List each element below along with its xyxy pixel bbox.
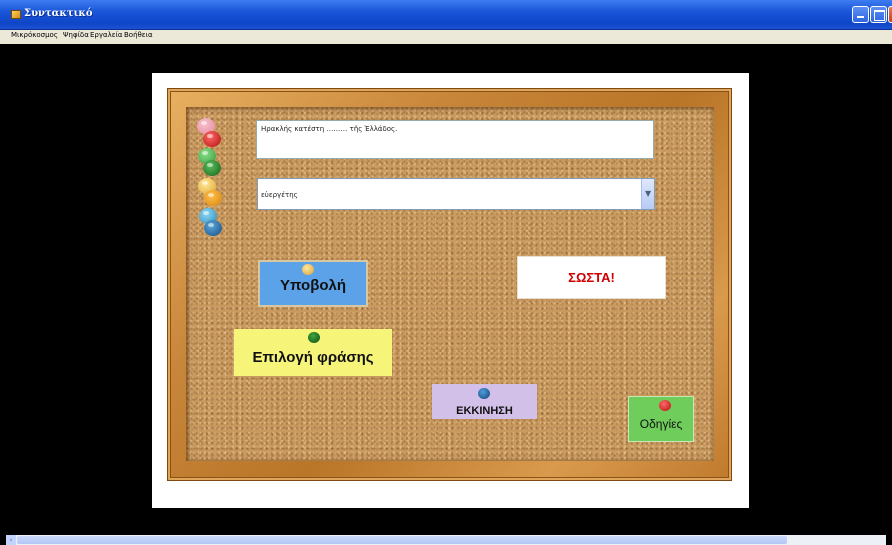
pin-icon: [308, 332, 320, 343]
minimize-icon: [853, 7, 868, 22]
app-icon: [11, 10, 21, 19]
green-pin-icon: [203, 160, 221, 176]
menu-item-ergaleia[interactable]: Εργαλεία: [90, 31, 123, 39]
instructions-label: Οδηγίες: [639, 417, 683, 431]
result-message: ΣΩΣΤΑ!: [517, 256, 666, 299]
choose-phrase-button[interactable]: Επιλογή φράσης: [234, 329, 392, 376]
pin-icon: [659, 400, 671, 411]
menu-item-voitheia[interactable]: Βοήθεια: [124, 31, 153, 39]
instructions-button[interactable]: Οδηγίες: [628, 396, 694, 442]
start-button[interactable]: ΕΚΚΙΝΗΣΗ: [432, 384, 537, 419]
blue-pin-icon: [204, 220, 222, 236]
orange-pin-icon: [204, 190, 222, 206]
chevron-down-icon: ▼: [645, 189, 652, 198]
dropdown-selected-value: εὐεργέτης: [261, 191, 298, 199]
pin-icon: [302, 264, 314, 275]
menu-bar: Μικρόκοσμος Ψηφίδα Εργαλεία Βοήθεια: [0, 30, 892, 44]
pin-icon: [478, 388, 490, 399]
answer-dropdown[interactable]: εὐεργέτης ▼: [257, 178, 655, 210]
scrollbar-thumb[interactable]: [17, 536, 787, 544]
scroll-left-icon[interactable]: ‹: [6, 535, 16, 545]
sentence-box: Ηρακλής κατέστη ……… τῆς Ἑλλάδος.: [256, 120, 654, 159]
maximize-button[interactable]: [870, 6, 887, 23]
sentence-text: Ηρακλής κατέστη ……… τῆς Ἑλλάδος.: [261, 125, 398, 133]
window-title: Συντακτικό: [24, 8, 93, 19]
menu-item-psifida[interactable]: Ψηφίδα: [63, 31, 89, 39]
dropdown-button[interactable]: ▼: [641, 179, 654, 209]
choose-phrase-label: Επιλογή φράσης: [252, 349, 374, 366]
submit-button[interactable]: Υποβολή: [258, 260, 368, 307]
start-button-label: ΕΚΚΙΝΗΣΗ: [456, 404, 513, 417]
red-pin-icon: [203, 131, 221, 147]
submit-button-label: Υποβολή: [279, 276, 347, 294]
title-bar: Συντακτικό: [0, 0, 892, 30]
result-text: ΣΩΣΤΑ!: [568, 270, 615, 285]
horizontal-scrollbar[interactable]: ‹: [6, 535, 886, 545]
minimize-button[interactable]: [852, 6, 869, 23]
close-button[interactable]: [888, 6, 892, 23]
maximize-icon: [871, 7, 886, 22]
menu-item-mikrokosmos[interactable]: Μικρόκοσμος: [11, 31, 58, 39]
